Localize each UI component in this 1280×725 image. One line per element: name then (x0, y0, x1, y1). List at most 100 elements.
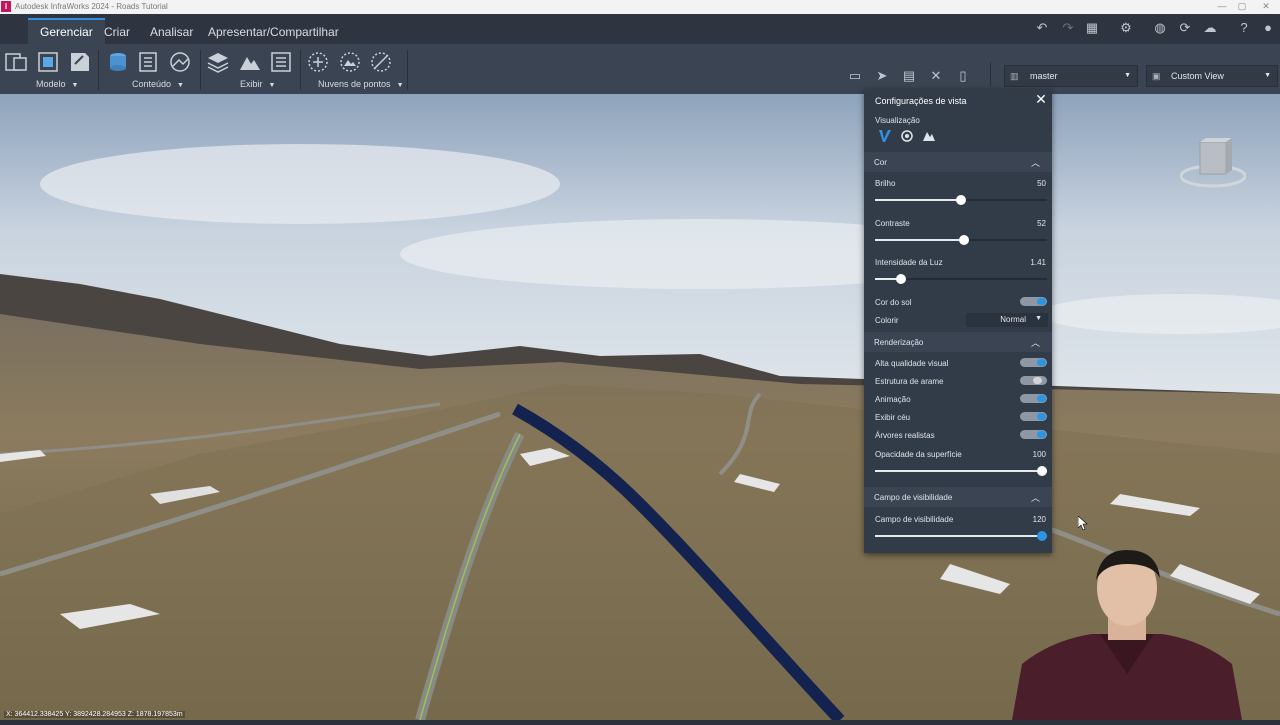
colorir-value: Normal (1000, 315, 1026, 324)
chevron-down-icon: ▼ (1264, 72, 1271, 79)
campo-label: Campo de visibilidade (875, 515, 954, 524)
list-icon[interactable] (269, 50, 293, 74)
terrain-icon[interactable] (238, 50, 262, 74)
minimize-button[interactable]: — (1212, 0, 1232, 14)
tools-icon[interactable]: ✕ (928, 68, 944, 84)
contraste-label: Contraste (875, 219, 910, 228)
section-campo-visibilidade[interactable]: Campo de visibilidade ︿ (864, 487, 1052, 507)
redo-icon[interactable]: ↷ (1060, 20, 1076, 36)
close-icon[interactable]: ✕ (1034, 92, 1048, 106)
mouse-cursor-icon (1077, 515, 1088, 531)
exibir-ceu-label: Exibir céu (875, 413, 911, 422)
exibir-ceu-toggle[interactable] (1020, 412, 1047, 421)
ribbon-divider (200, 50, 201, 90)
view-cube-icon (1179, 138, 1247, 188)
gear-icon[interactable]: ⚙ (1118, 20, 1134, 36)
point-cloud-terrain-icon[interactable] (338, 50, 362, 74)
opacidade-value: 100 (1032, 450, 1046, 459)
tab-apresentar[interactable]: Apresentar/Compartilhar (196, 20, 351, 44)
chevron-up-icon: ︿ (1030, 338, 1040, 348)
chevron-down-icon: ▼ (71, 82, 79, 89)
group-nuvens[interactable]: Nuvens de pontos ▼ (318, 79, 404, 89)
bookmark-icon[interactable]: ▯ (955, 68, 971, 84)
slider-thumb[interactable] (896, 274, 906, 284)
group-modelo-label: Modelo (36, 79, 66, 89)
group-nuvens-label: Nuvens de pontos (318, 79, 391, 89)
toggle-knob (1037, 359, 1046, 366)
monitor-icon[interactable]: ▭ (847, 68, 863, 84)
point-cloud-edit-icon[interactable] (369, 50, 393, 74)
toggle-knob (1037, 431, 1046, 438)
slider-thumb[interactable] (959, 235, 969, 245)
view-cube[interactable] (1179, 136, 1247, 192)
group-conteudo[interactable]: Conteúdo ▼ (132, 79, 184, 89)
group-modelo[interactable]: Modelo ▼ (36, 79, 78, 89)
chevron-down-icon: ▼ (177, 82, 184, 89)
styles-icon[interactable] (136, 50, 160, 74)
refresh-icon[interactable]: ⟳ (1177, 20, 1193, 36)
measure-icon[interactable]: ▤ (901, 68, 917, 84)
intensidade-label: Intensidade da Luz (875, 258, 943, 267)
visual-style-icon[interactable] (878, 129, 892, 143)
open-model-icon[interactable] (36, 50, 60, 74)
colorir-select[interactable]: Normal ▼ (966, 313, 1048, 327)
campo-value: 120 (1032, 515, 1046, 524)
model-explorer-icon[interactable] (168, 50, 192, 74)
section-renderizacao[interactable]: Renderização ︿ (864, 332, 1052, 352)
proposal-dropdown[interactable]: ▥ master ▼ (1004, 65, 1138, 87)
tab-criar[interactable]: Criar (92, 20, 142, 44)
cor-do-sol-toggle[interactable] (1020, 297, 1047, 306)
ribbon-divider (300, 50, 301, 90)
group-exibir[interactable]: Exibir ▼ (240, 79, 275, 89)
slider-thumb[interactable] (1037, 531, 1047, 541)
proposal-icon: ▥ (1010, 71, 1019, 81)
terrain-icon[interactable] (922, 129, 936, 143)
visualization-label: Visualização (875, 116, 920, 125)
visualization-modes (878, 129, 942, 143)
slider-thumb[interactable] (956, 195, 966, 205)
view-dropdown[interactable]: ▣ Custom View ▼ (1146, 65, 1278, 87)
maximize-button[interactable]: ▢ (1232, 0, 1252, 14)
chevron-up-icon: ︿ (1030, 158, 1040, 168)
panel-title: Configurações de vista (875, 96, 967, 106)
calculator-icon[interactable]: ▦ (1084, 20, 1100, 36)
save-model-icon[interactable] (68, 50, 92, 74)
estrutura-arame-toggle[interactable] (1020, 376, 1047, 385)
section-cor[interactable]: Cor ︿ (864, 152, 1052, 172)
point-cloud-icon[interactable] (306, 50, 330, 74)
help-icon[interactable]: ? (1236, 20, 1252, 36)
group-exibir-label: Exibir (240, 79, 263, 89)
presenter-image (1012, 550, 1242, 720)
undo-icon[interactable]: ↶ (1034, 20, 1050, 36)
contraste-slider[interactable] (875, 235, 1047, 245)
opacidade-label: Opacidade da superfície (875, 450, 962, 459)
profile-icon[interactable]: ● (1260, 20, 1276, 36)
arvores-realistas-toggle[interactable] (1020, 430, 1047, 439)
brilho-slider[interactable] (875, 195, 1047, 205)
campo-slider[interactable] (875, 531, 1047, 541)
animacao-toggle[interactable] (1020, 394, 1047, 403)
view-value: Custom View (1171, 71, 1224, 81)
estrutura-arame-label: Estrutura de arame (875, 377, 944, 386)
cor-do-sol-label: Cor do sol (875, 298, 912, 307)
data-sources-icon[interactable] (106, 50, 130, 74)
slider-thumb[interactable] (1037, 466, 1047, 476)
select-cursor-icon[interactable]: ➤ (874, 68, 890, 84)
opacidade-slider[interactable] (875, 466, 1047, 476)
model-icon[interactable] (4, 50, 28, 74)
contraste-value: 52 (1037, 219, 1046, 228)
alta-qualidade-label: Alta qualidade visual (875, 359, 949, 368)
sun-orbit-icon[interactable] (900, 129, 914, 143)
colorir-label: Colorir (875, 316, 899, 325)
proposal-value: master (1030, 71, 1058, 81)
alta-qualidade-toggle[interactable] (1020, 358, 1047, 367)
intensidade-slider[interactable] (875, 274, 1047, 284)
globe-icon[interactable]: ◍ (1152, 20, 1168, 36)
view-icon: ▣ (1152, 71, 1161, 81)
ribbon-divider (990, 62, 991, 86)
cloud-icon[interactable]: ☁ (1202, 20, 1218, 36)
toggle-knob (1033, 377, 1042, 384)
close-window-button[interactable]: ✕ (1256, 0, 1276, 14)
chevron-down-icon: ▼ (1124, 72, 1131, 79)
layers-icon[interactable] (206, 50, 230, 74)
